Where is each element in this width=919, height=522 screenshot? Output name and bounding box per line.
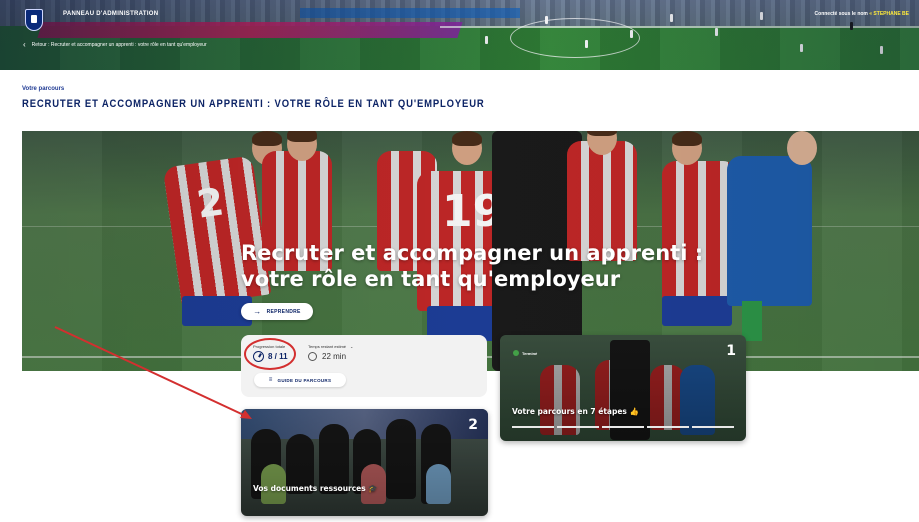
step-card-2[interactable]: 2 Vos documents ressources 🎓	[241, 409, 488, 516]
connected-user-name[interactable]: « STEPHANE BE	[869, 11, 909, 17]
card-overlay	[241, 409, 488, 516]
list-icon: ≡	[268, 377, 273, 383]
time-value: 22 min	[308, 352, 346, 361]
card-number: 2	[468, 417, 478, 433]
check-circle-icon	[513, 350, 519, 356]
step-card-1[interactable]: Terminé 1 Votre parcours en 7 étapes 👍	[500, 335, 746, 441]
step-bar	[512, 426, 554, 428]
guide-button[interactable]: ≡ GUIDE DU PARCOURS	[254, 373, 346, 387]
chevron-left-icon[interactable]: ‹	[23, 40, 26, 49]
resume-button[interactable]: → REPRENDRE	[241, 303, 313, 320]
card-number: 1	[726, 343, 736, 359]
page-title: RECRUTER ET ACCOMPAGNER UN APPRENTI : VO…	[22, 98, 485, 110]
arrow-right-icon: →	[253, 307, 262, 316]
header-banner: PANNEAU D'ADMINISTRATION Connecté sous l…	[0, 0, 919, 70]
connected-user: Connecté sous le nom « STEPHANE BE	[815, 11, 909, 17]
connected-prefix: Connecté sous le nom	[814, 11, 868, 17]
chevron-down-icon[interactable]: ⌄	[350, 344, 353, 349]
breadcrumb-label[interactable]: Retour : Recruter et accompagner un appr…	[32, 42, 207, 48]
card-title: Vos documents ressources 🎓	[253, 484, 378, 493]
section-label: Votre parcours	[22, 86, 65, 92]
guide-label: GUIDE DU PARCOURS	[277, 377, 332, 383]
status-badge: Terminé	[513, 350, 537, 356]
step-progress-bars	[512, 426, 734, 428]
time-label-text: Temps restant estimé	[308, 344, 347, 349]
highlight-circle	[244, 338, 296, 370]
breadcrumb[interactable]: ‹ Retour : Recruter et accompagner un ap…	[23, 40, 207, 49]
step-bar	[557, 426, 599, 428]
hero-title: Recruter et accompagner un apprenti : vo…	[241, 241, 704, 291]
card-title: Votre parcours en 7 étapes 👍	[512, 407, 639, 416]
step-bar	[602, 426, 644, 428]
time-remaining: 22 min	[322, 352, 347, 361]
clock-icon	[308, 352, 317, 361]
step-bar	[692, 426, 734, 428]
step-bar	[647, 426, 689, 428]
resume-label: REPRENDRE	[266, 308, 301, 315]
status-label: Terminé	[522, 350, 538, 356]
admin-panel-title[interactable]: PANNEAU D'ADMINISTRATION	[63, 11, 158, 17]
fff-logo[interactable]	[25, 9, 43, 31]
time-label[interactable]: Temps restant estimé ⌄	[308, 344, 353, 349]
